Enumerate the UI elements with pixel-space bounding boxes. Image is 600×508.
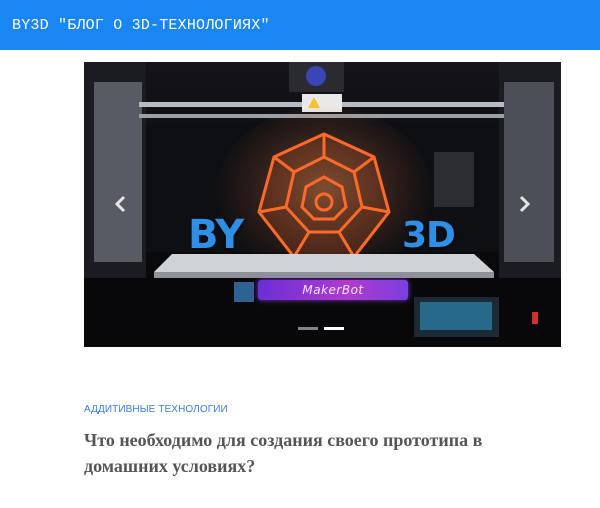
carousel-slide-image — [84, 62, 561, 347]
overlay-text-by: BY — [188, 212, 244, 258]
carousel-indicator-2[interactable] — [324, 327, 344, 330]
overlay-text-3d: 3D — [402, 215, 456, 256]
image-carousel: BY 3D MakerBot — [84, 62, 561, 347]
carousel-indicator-1[interactable] — [298, 327, 318, 330]
site-title[interactable]: BY3D "БЛОГ О 3D-ТЕХНОЛОГИЯХ" — [12, 17, 270, 34]
carousel-indicators — [298, 327, 344, 330]
chevron-left-icon — [114, 195, 126, 213]
carousel-prev-button[interactable] — [106, 189, 136, 219]
brand-badge: MakerBot — [258, 280, 408, 300]
brand-badge-label: MakerBot — [302, 283, 364, 297]
post-category-link[interactable]: Аддитивные технологии — [84, 404, 228, 415]
site-header: BY3D "БЛОГ О 3D-ТЕХНОЛОГИЯХ" — [0, 0, 600, 50]
carousel-next-button[interactable] — [509, 189, 539, 219]
chevron-right-icon — [519, 195, 531, 213]
post-title-link[interactable]: Что необходимо для создания своего прото… — [84, 427, 524, 479]
